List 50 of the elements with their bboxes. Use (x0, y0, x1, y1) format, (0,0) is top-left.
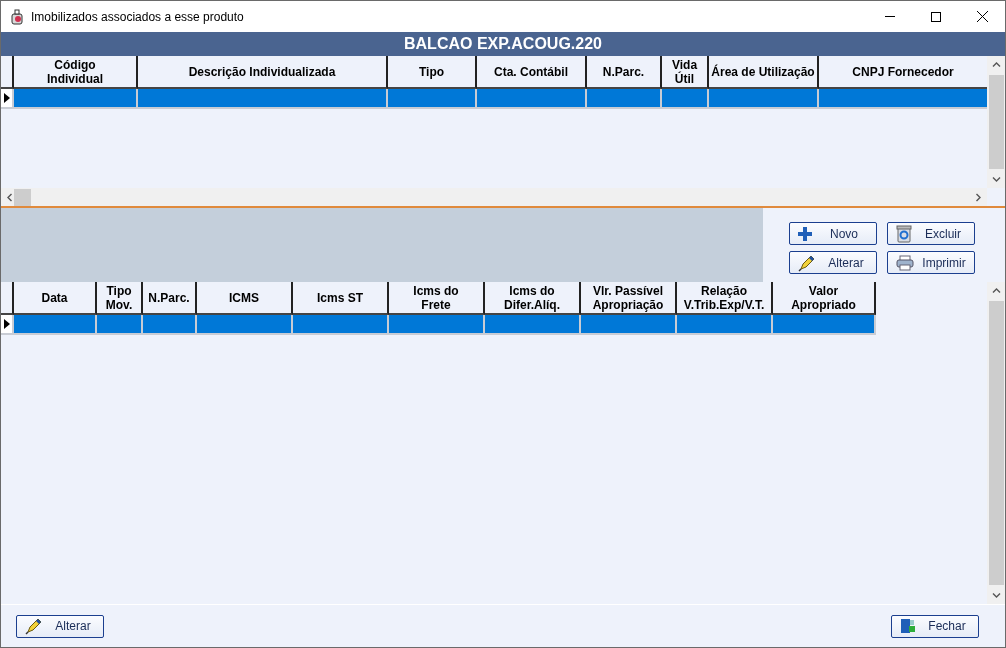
vertical-scrollbar[interactable] (987, 56, 1005, 188)
table-cell[interactable] (773, 315, 876, 335)
table-cell[interactable] (662, 89, 709, 109)
current-row-icon (3, 93, 10, 103)
action-button[interactable]: Excluir (887, 222, 975, 245)
scroll-thumb[interactable] (14, 188, 31, 206)
action-button[interactable]: Alterar (789, 251, 877, 274)
table-cell[interactable] (485, 315, 581, 335)
product-title: BALCAO EXP.ACOUG.220 (404, 35, 602, 53)
maximize-icon (931, 11, 941, 22)
table-cell[interactable] (389, 315, 485, 335)
scroll-down-icon (991, 177, 1001, 182)
window-title: Imobilizados associados a esse produto (31, 9, 244, 24)
scroll-up-icon (991, 288, 1001, 293)
table-cell[interactable] (709, 89, 819, 109)
table-cell[interactable] (819, 89, 987, 109)
table-cell[interactable] (581, 315, 677, 335)
table-cell[interactable] (197, 315, 293, 335)
plus-icon (798, 226, 812, 241)
action-button[interactable]: Imprimir (887, 251, 975, 274)
table-cell[interactable] (143, 315, 197, 335)
scroll-thumb[interactable] (988, 301, 1004, 585)
action-button[interactable]: Novo (789, 222, 877, 245)
app-icon (9, 8, 25, 25)
scroll-right-icon (976, 192, 981, 202)
scroll-thumb[interactable] (988, 75, 1004, 169)
scroll-down-icon (991, 593, 1001, 598)
recycle-bin-icon (896, 224, 912, 243)
pencil-icon (25, 617, 43, 635)
printer-icon (896, 254, 914, 271)
table-cell[interactable] (97, 315, 143, 335)
table-cell[interactable] (587, 89, 662, 109)
table-cell[interactable] (138, 89, 388, 109)
table-cell[interactable] (388, 89, 477, 109)
footer-button[interactable]: Fechar (891, 614, 979, 638)
pencil-icon (798, 253, 816, 272)
table-cell[interactable] (677, 315, 773, 335)
table-cell[interactable] (293, 315, 389, 335)
table-cell[interactable] (14, 315, 97, 335)
table-cell[interactable] (14, 89, 138, 109)
vertical-scrollbar[interactable] (987, 282, 1005, 604)
footer-button[interactable]: Alterar (16, 614, 104, 638)
horizontal-scrollbar[interactable] (1, 188, 987, 206)
minimize-icon (885, 16, 895, 17)
scroll-up-icon (991, 62, 1001, 67)
current-row-icon (3, 319, 10, 329)
table-cell[interactable] (477, 89, 587, 109)
close-icon (976, 11, 988, 22)
scroll-left-icon (7, 192, 12, 202)
door-icon (900, 618, 916, 634)
